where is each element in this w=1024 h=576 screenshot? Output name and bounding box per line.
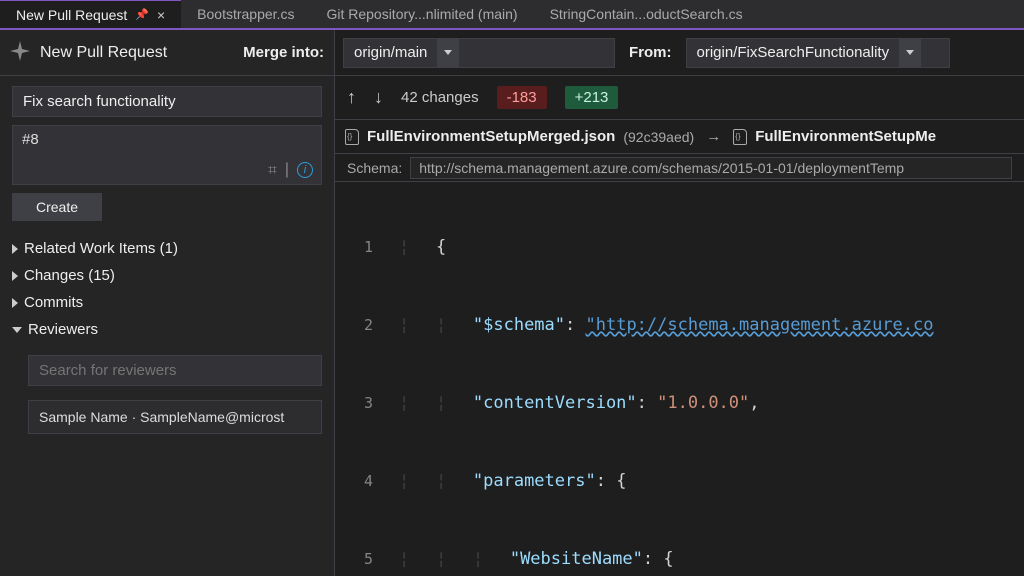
chevron-right-icon: [12, 271, 18, 281]
pr-sidebar: New Pull Request Merge into: #8 ⌗ | i Cr…: [0, 30, 335, 576]
from-label: From:: [629, 44, 672, 61]
pr-description-input[interactable]: #8 ⌗ | i: [12, 125, 322, 185]
pin-icon[interactable]: 📌: [135, 8, 149, 21]
sidebar-title: New Pull Request: [40, 44, 167, 62]
chevron-right-icon: [12, 244, 18, 254]
file-hash: (92c39aed): [623, 129, 694, 145]
merge-into-label: Merge into:: [243, 44, 324, 61]
tree-commits[interactable]: Commits: [12, 289, 322, 316]
info-icon[interactable]: i: [297, 162, 313, 178]
tab-git-repo[interactable]: Git Repository...nlimited (main): [310, 0, 533, 28]
chevron-down-icon: [12, 327, 22, 333]
merge-into-select[interactable]: origin/main: [343, 38, 615, 68]
hash-icon[interactable]: ⌗: [268, 160, 277, 180]
from-branch-select[interactable]: origin/FixSearchFunctionality: [686, 38, 950, 68]
dropdown-icon[interactable]: [899, 38, 921, 68]
schema-input[interactable]: http://schema.management.azure.com/schem…: [410, 157, 1012, 179]
json-file-icon: [733, 129, 747, 145]
close-icon[interactable]: ×: [157, 7, 165, 23]
divider: |: [285, 161, 289, 179]
file-name-left: FullEnvironmentSetupMerged.json: [367, 128, 615, 145]
pr-tree: Related Work Items (1) Changes (15) Comm…: [12, 235, 322, 343]
diff-file-header: FullEnvironmentSetupMerged.json (92c39ae…: [335, 120, 1024, 154]
chevron-right-icon: [12, 298, 18, 308]
tree-reviewers[interactable]: Reviewers: [12, 316, 322, 343]
prev-change-button[interactable]: ↑: [347, 87, 356, 108]
pr-title-input[interactable]: [12, 86, 322, 117]
diff-viewer: origin/main From: origin/FixSearchFuncti…: [335, 30, 1024, 576]
arrow-right-icon: →: [706, 128, 721, 145]
tab-strip: New Pull Request 📌 × Bootstrapper.cs Git…: [0, 0, 1024, 30]
changes-summary: ↑ ↓ 42 changes -183 +213: [335, 76, 1024, 120]
schema-row: Schema: http://schema.management.azure.c…: [335, 154, 1024, 182]
sparkle-icon: [10, 41, 30, 64]
create-button[interactable]: Create: [12, 193, 102, 221]
tree-changes[interactable]: Changes (15): [12, 262, 322, 289]
tab-label: New Pull Request: [16, 7, 127, 23]
tab-stringcontain[interactable]: StringContain...oductSearch.cs: [534, 0, 759, 28]
lines-removed-badge: -183: [497, 86, 547, 109]
dropdown-icon[interactable]: [437, 38, 459, 68]
lines-added-badge: +213: [565, 86, 619, 109]
changes-count: 42 changes: [401, 89, 479, 106]
tab-new-pr[interactable]: New Pull Request 📌 ×: [0, 0, 181, 28]
reviewer-search-input[interactable]: [28, 355, 322, 386]
reviewer-item[interactable]: Sample Name · SampleName@microst: [28, 400, 322, 434]
tab-bootstrapper[interactable]: Bootstrapper.cs: [181, 0, 310, 28]
json-file-icon: [345, 129, 359, 145]
next-change-button[interactable]: ↓: [374, 87, 383, 108]
code-diff[interactable]: 1¦ { 2¦ ¦ "$schema": "http://schema.mana…: [335, 182, 1024, 576]
schema-label: Schema:: [347, 160, 402, 176]
pr-number: #8: [22, 131, 39, 148]
file-name-right: FullEnvironmentSetupMe: [755, 128, 936, 145]
tree-related-work[interactable]: Related Work Items (1): [12, 235, 322, 262]
